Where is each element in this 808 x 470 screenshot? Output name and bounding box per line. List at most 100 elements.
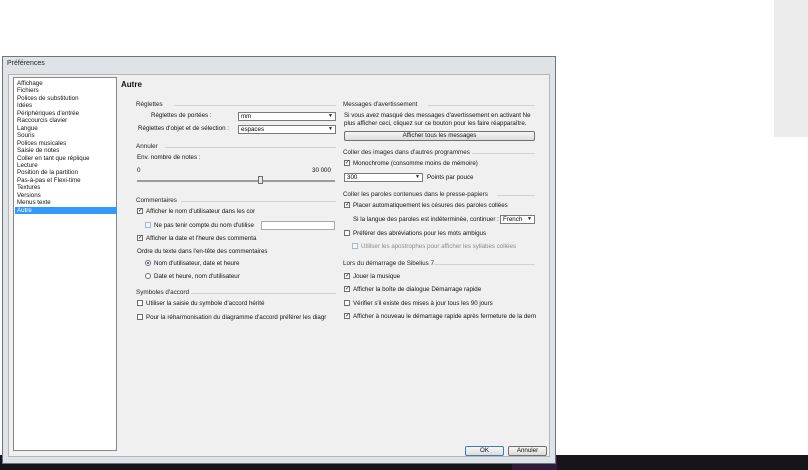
sidebar-item[interactable]: Textures xyxy=(15,184,117,191)
resolution-unit-label: Points par pouce xyxy=(427,174,474,181)
dialog-client-area: Affichage Fichiers Polices de substitution… xyxy=(8,74,550,457)
coller-paroles-header: Coller les paroles contenues dans le pre… xyxy=(343,191,488,198)
coller-images-header: Coller des images dans d'autres programm… xyxy=(343,149,470,156)
reharmonisation-label: Pour la réharmonisation du diagramme d'a… xyxy=(146,314,327,321)
objet-label: Réglettes d'objet et de sélection : xyxy=(138,125,229,132)
demarrage-header: Lors du démarrage de Sibelius 7 xyxy=(343,260,435,267)
sidebar-item[interactable]: Fichiers xyxy=(15,87,117,94)
slider-min-label: 0 xyxy=(137,167,141,174)
sidebar-item[interactable]: Souris xyxy=(15,132,117,139)
demarrage-separator xyxy=(434,264,535,265)
messages-header: Messages d'avertissement xyxy=(343,101,418,108)
preferences-dialog: Préférences Affichage Fichiers Polices de … xyxy=(2,56,556,464)
sidebar-item[interactable]: Polices de substitution xyxy=(15,95,117,102)
annuler-separator xyxy=(165,147,336,148)
ordre-label: Ordre du texte dans l'en-tête des commen… xyxy=(137,248,268,255)
ne-pas-tenir-checkbox[interactable] xyxy=(145,222,151,228)
sidebar-item[interactable]: Menus texte xyxy=(15,199,117,206)
annuler-header: Annuler xyxy=(136,143,158,150)
monochrome-checkbox[interactable]: ✓ xyxy=(344,160,350,166)
demarrage-rapide-label: Afficher à nouveau le démarrage rapide a… xyxy=(353,313,537,320)
chevron-down-icon: ▼ xyxy=(527,216,532,222)
resolution-dropdown[interactable]: 300 ▼ xyxy=(344,173,423,182)
radio-nom-date-label: Nom d'utilisateur, date et heure xyxy=(154,260,240,267)
page-title: Autre xyxy=(121,80,142,89)
afficher-boite-checkbox[interactable]: ✓ xyxy=(344,286,350,292)
reglettes-separator xyxy=(174,105,336,106)
afficher-nom-checkbox[interactable]: ✓ xyxy=(137,208,143,214)
sidebar-item[interactable]: Idées xyxy=(15,102,117,109)
sidebar-item[interactable]: Position de la partition xyxy=(15,169,117,176)
portees-value: mm xyxy=(241,113,252,120)
portees-dropdown[interactable]: mm ▼ xyxy=(238,112,336,121)
env-label: Env. nombre de notes : xyxy=(137,154,201,161)
sidebar-item[interactable]: Autre xyxy=(15,206,117,214)
coller-images-separator xyxy=(472,153,535,154)
verifier-maj-label: Vérifier s'il existe des mises à jour to… xyxy=(353,300,493,307)
sidebar-item[interactable]: Pas-à-pas et Flexi-time xyxy=(15,177,117,184)
langue-label: Si la langue des paroles est indéterminé… xyxy=(353,216,499,223)
side-panel-tab xyxy=(774,0,808,137)
saisie-accord-checkbox[interactable] xyxy=(137,300,143,306)
messages-description-2: plus afficher ceci, cliquez sur ce bouto… xyxy=(344,120,527,127)
sidebar-item[interactable]: Langue xyxy=(15,125,117,132)
sidebar-item[interactable]: Polices musicales xyxy=(15,140,117,147)
radio-selected-dot xyxy=(147,262,149,264)
jouer-musique-checkbox[interactable]: ✓ xyxy=(344,273,350,279)
placer-cesures-checkbox[interactable]: ✓ xyxy=(344,202,350,208)
preferer-abreviations-label: Préférer des abréviations pour les mots … xyxy=(353,230,487,237)
undo-slider-handle[interactable] xyxy=(257,176,263,184)
ok-button[interactable]: OK xyxy=(465,446,504,456)
commentaires-separator xyxy=(181,201,336,202)
saisie-accord-label: Utiliser la saisie du symbole d'accord h… xyxy=(146,300,265,307)
chevron-down-icon: ▼ xyxy=(328,113,333,119)
langue-dropdown[interactable]: French ▼ xyxy=(500,215,535,224)
radio-date-nom-label: Date et heure, nom d'utilisateur xyxy=(154,273,240,280)
ne-pas-tenir-label: Ne pas tenir compte du nom d'utilise xyxy=(154,222,254,229)
objet-dropdown[interactable]: espaces ▼ xyxy=(238,125,336,134)
undo-slider-track[interactable] xyxy=(137,180,335,182)
apostrophes-label: Utiliser les apostrophes pour afficher l… xyxy=(361,243,516,250)
sidebar-item[interactable]: Saisie de notes xyxy=(15,147,117,154)
cancel-button[interactable]: Annuler xyxy=(508,446,547,456)
reharmonisation-checkbox[interactable] xyxy=(137,314,143,320)
slider-max-label: 30 000 xyxy=(312,167,331,174)
coller-paroles-separator xyxy=(497,195,535,196)
sidebar-item[interactable]: Affichage xyxy=(15,80,117,87)
afficher-date-label: Afficher la date et l'heure des commenta xyxy=(146,235,257,242)
dialog-titlebar[interactable]: Préférences xyxy=(3,57,555,72)
portees-label: Réglettes de portées : xyxy=(151,112,212,119)
demarrage-rapide-checkbox[interactable]: ✓ xyxy=(344,313,350,319)
username-input[interactable] xyxy=(261,221,335,230)
verifier-maj-checkbox[interactable] xyxy=(344,300,350,306)
afficher-date-checkbox[interactable]: ✓ xyxy=(137,235,143,241)
resolution-value: 300 xyxy=(347,174,358,181)
reglettes-header: Réglettes xyxy=(136,101,163,108)
chevron-down-icon: ▼ xyxy=(415,174,420,180)
sidebar-item[interactable]: Périphériques d'entrée xyxy=(15,110,117,117)
placer-cesures-label: Placer automatiquement les césures des p… xyxy=(353,202,508,209)
radio-nom-date[interactable] xyxy=(145,260,151,266)
preferer-abreviations-checkbox[interactable] xyxy=(344,230,350,236)
symboles-header: Symboles d'accord xyxy=(136,289,190,296)
commentaires-header: Commentaires xyxy=(136,197,177,204)
objet-value: espaces xyxy=(241,126,265,133)
messages-description-1: Si vous avez masqué des messages d'avert… xyxy=(344,112,531,119)
sidebar-item[interactable]: Versions xyxy=(15,192,117,199)
category-list[interactable]: Affichage Fichiers Polices de substitution… xyxy=(13,77,117,451)
chevron-down-icon: ▼ xyxy=(328,126,333,132)
symboles-separator xyxy=(191,293,336,294)
sidebar-item[interactable]: Coller en tant que réplique xyxy=(15,155,117,162)
radio-date-nom[interactable] xyxy=(145,273,151,279)
sidebar-item[interactable]: Lecture xyxy=(15,162,117,169)
jouer-musique-label: Jouer la musique xyxy=(353,273,401,280)
apostrophes-checkbox[interactable] xyxy=(352,243,358,249)
afficher-nom-label: Afficher le nom d'utilisateur dans les c… xyxy=(146,208,256,215)
messages-separator xyxy=(428,105,535,106)
sidebar-item[interactable]: Raccourcis clavier xyxy=(15,117,117,124)
dialog-title: Préférences xyxy=(7,60,45,67)
afficher-boite-label: Afficher la boîte de dialogue Démarrage … xyxy=(353,286,482,293)
langue-value: French xyxy=(503,216,523,223)
show-all-messages-button[interactable]: Afficher tous les messages xyxy=(344,131,535,141)
monochrome-label: Monochrome (consomme moins de mémoire) xyxy=(353,160,478,167)
